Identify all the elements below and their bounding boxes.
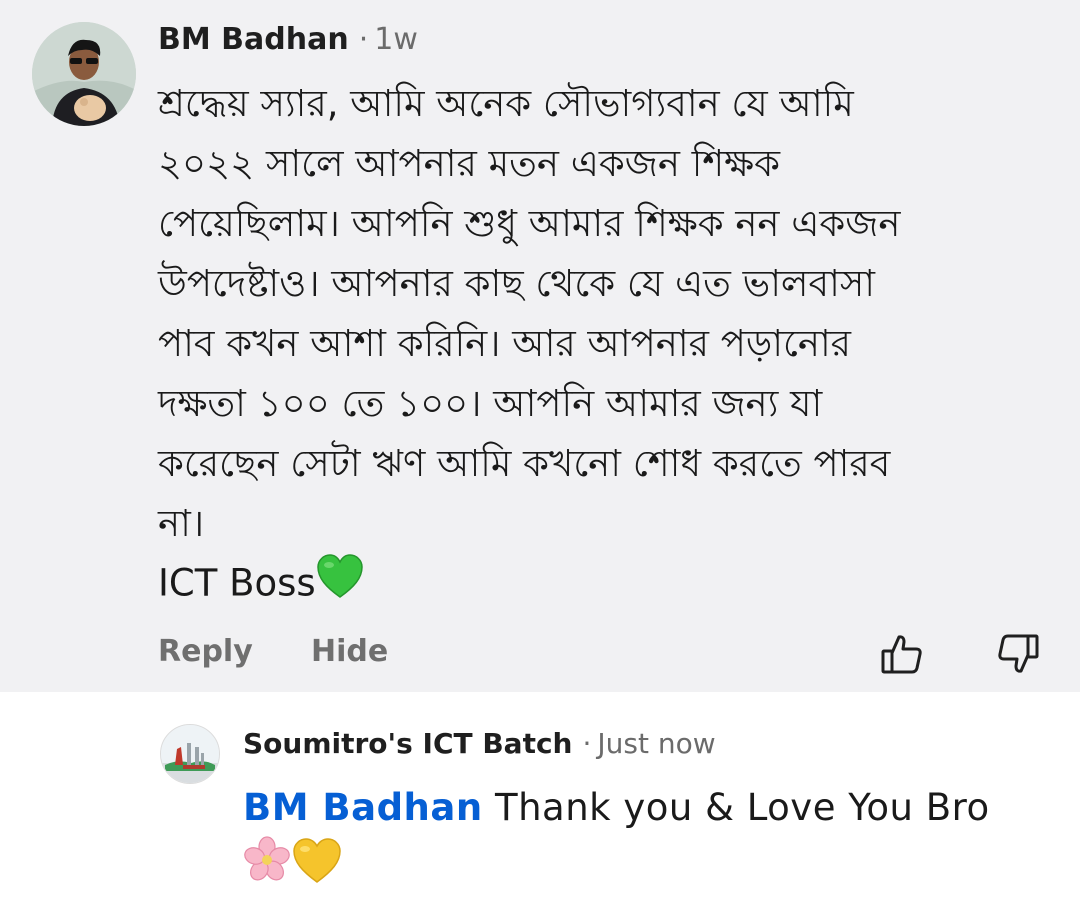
highlighted-comment: BM Badhan · 1w শ্রদ্ধেয় স্যার, আমি অনেক স… [0,0,1080,692]
comment-body: শ্রদ্ধেয় স্যার, আমি অনেক সৌভাগ্যবান যে … [158,82,901,545]
replier-avatar[interactable] [160,724,220,784]
hide-button[interactable]: Hide [311,634,388,669]
comment-author-name[interactable]: BM Badhan [158,22,349,57]
reply-author-name[interactable]: Soumitro's ICT Batch [243,727,573,760]
comment-header: BM Badhan · 1w [158,22,418,57]
cherry-blossom-icon [243,836,291,900]
comment-timestamp[interactable]: 1w [374,22,418,57]
commenter-avatar[interactable] [32,22,136,126]
dislike-button[interactable] [996,632,1040,676]
reply-header: Soumitro's ICT Batch · Just now [243,727,716,760]
green-heart-icon [316,553,364,617]
header-separator: · [358,22,369,57]
reply-mention-link[interactable]: BM Badhan [243,786,483,829]
thumbs-down-icon [996,634,1040,679]
comment-signature-text: ICT Boss [158,561,316,605]
like-button[interactable] [880,632,924,676]
comment-signature: ICT Boss [158,553,364,617]
reply-body: BM Badhan Thank you & Love You Bro [243,780,1063,900]
reply-header-separator: · [582,727,592,760]
thumbs-up-icon [880,635,924,679]
reply-timestamp[interactable]: Just now [597,727,715,760]
reply-button[interactable]: Reply [158,634,253,669]
reply-message: Thank you & Love You Bro [494,786,990,829]
yellow-heart-icon [291,836,343,900]
